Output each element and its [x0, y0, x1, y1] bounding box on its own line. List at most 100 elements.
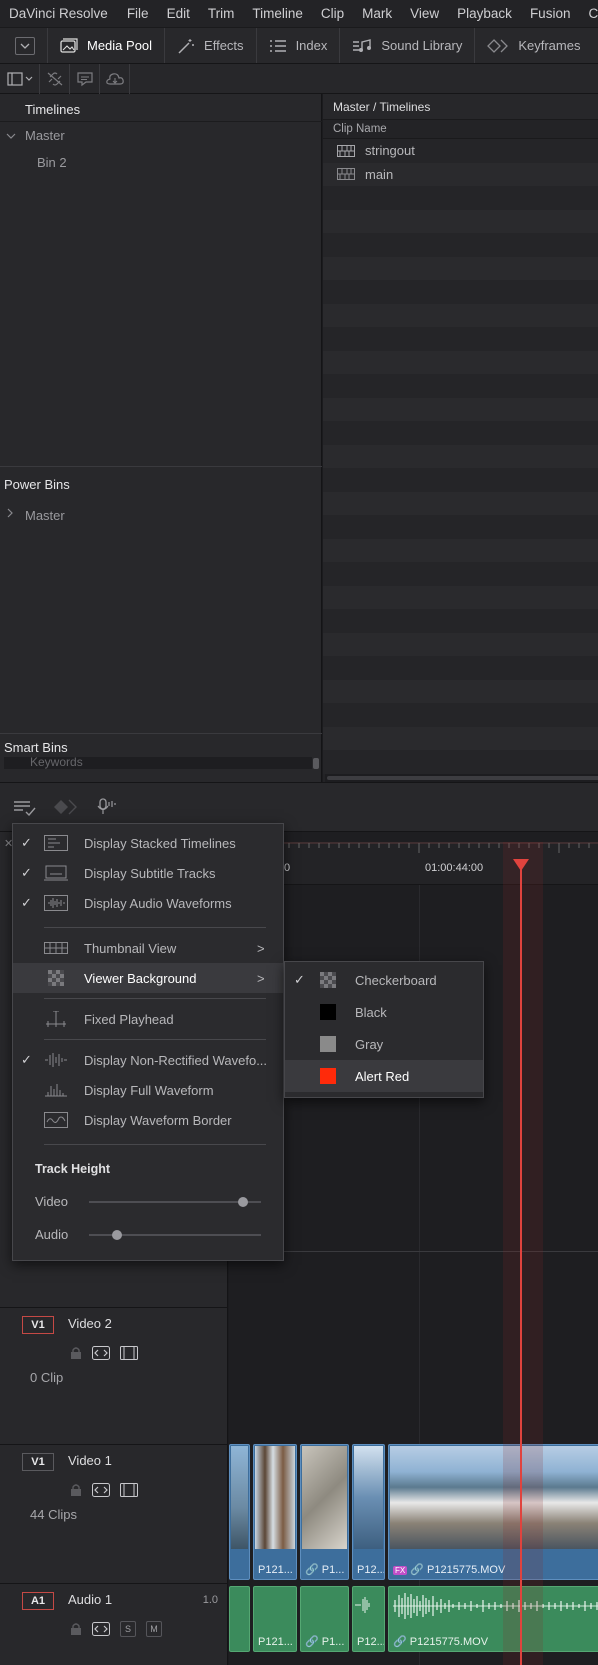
menu-item-subtitle-tracks[interactable]: ✓ Display Subtitle Tracks	[13, 858, 283, 888]
menu-color[interactable]: Colo	[588, 6, 598, 21]
menu-clip[interactable]: Clip	[321, 6, 344, 21]
clip-label-text: P1...	[321, 1564, 345, 1576]
menu-divider	[44, 927, 266, 928]
menu-label: Fixed Playhead	[84, 1011, 174, 1027]
track-tag[interactable]: V1	[22, 1453, 54, 1471]
audio-clip[interactable]: 🔗 P1215775.MOV	[388, 1586, 598, 1652]
subtitle-button[interactable]	[70, 63, 100, 94]
mute-button[interactable]: M	[146, 1621, 162, 1637]
menu-item-full-waveform[interactable]: Display Full Waveform	[13, 1075, 283, 1105]
clip-label: P121...	[258, 1564, 293, 1576]
lock-icon[interactable]	[70, 1346, 82, 1360]
workspace-dropdown[interactable]	[15, 36, 35, 55]
audio-clip[interactable]: P121...	[253, 1586, 297, 1652]
column-header-clip-name[interactable]: Clip Name	[323, 120, 598, 139]
menu-item-thumbnail-view[interactable]: Thumbnail View >	[13, 933, 283, 963]
column-label: Clip Name	[333, 123, 387, 135]
keyframes-button[interactable]: Keyframes	[474, 28, 592, 63]
clip-count: 44 Clips	[30, 1507, 77, 1522]
submenu-label: Black	[355, 1004, 387, 1020]
keywords-field[interactable]: Keywords	[4, 755, 312, 769]
track-name[interactable]: Video 1	[68, 1453, 112, 1468]
timeline-canvas[interactable]: 0 01:00:44:00 P121... 🔗 P1... P12... FX …	[229, 832, 598, 1665]
scrollbar-thumb[interactable]	[327, 776, 598, 780]
track-header-audio-1: A1 Audio 1 1.0 S M	[0, 1583, 228, 1665]
timeline-view-options-icon[interactable]	[13, 800, 37, 816]
playhead-handle[interactable]	[513, 859, 529, 871]
menu-timeline[interactable]: Timeline	[252, 6, 303, 21]
chevron-right-icon[interactable]	[6, 508, 14, 518]
index-button[interactable]: Index	[255, 28, 340, 63]
keyframe-diamond-icon[interactable]	[54, 799, 78, 815]
track-tag[interactable]: A1	[22, 1592, 54, 1610]
bin-master[interactable]: Master	[25, 128, 65, 143]
scrollbar[interactable]	[313, 758, 319, 769]
menu-divider	[44, 1039, 266, 1040]
auto-select-icon[interactable]	[92, 1346, 110, 1360]
list-item[interactable]: stringout	[323, 139, 598, 163]
track-name[interactable]: Video 2	[68, 1316, 112, 1331]
film-strip-icon[interactable]	[120, 1346, 138, 1360]
menu-view[interactable]: View	[410, 6, 439, 21]
menu-mark[interactable]: Mark	[362, 6, 392, 21]
sound-library-button[interactable]: Sound Library	[339, 28, 474, 63]
video-height-slider[interactable]	[89, 1197, 261, 1207]
empty-row	[323, 632, 598, 656]
playhead[interactable]	[520, 865, 522, 1665]
menu-item-non-rectified-waveform[interactable]: ✓ Display Non-Rectified Wavefo...	[13, 1045, 283, 1075]
media-pool-label: Media Pool	[87, 38, 153, 53]
track-tag[interactable]: V1	[22, 1316, 54, 1334]
menu-item-waveform-border[interactable]: Display Waveform Border	[13, 1105, 283, 1135]
film-strip-icon[interactable]	[120, 1483, 138, 1497]
effects-button[interactable]: Effects	[164, 28, 256, 63]
power-bin-master[interactable]: Master	[25, 508, 65, 523]
media-pool-button[interactable]: Media Pool	[47, 28, 164, 63]
video-clip[interactable]: P12...	[352, 1444, 385, 1580]
slider-knob[interactable]	[238, 1197, 249, 1207]
horizontal-scrollbar[interactable]	[325, 774, 598, 782]
audio-clip[interactable]: 🔗 P1...	[300, 1586, 349, 1652]
bin-list-toggle[interactable]	[0, 63, 40, 94]
submenu-item-alert-red[interactable]: Alert Red	[285, 1060, 483, 1092]
unlink-button[interactable]	[40, 63, 70, 94]
list-item[interactable]: main	[323, 162, 598, 186]
divider	[0, 733, 322, 734]
menu-app-name[interactable]: DaVinci Resolve	[9, 6, 108, 21]
audio-height-slider[interactable]	[89, 1230, 261, 1240]
submenu-item-checkerboard[interactable]: ✓ Checkerboard	[285, 964, 483, 996]
menu-item-audio-waveforms[interactable]: ✓ Display Audio Waveforms	[13, 888, 283, 918]
menu-file[interactable]: File	[127, 6, 149, 21]
cloud-sync-button[interactable]	[100, 63, 130, 94]
microphone-icon[interactable]	[96, 798, 118, 816]
solo-button[interactable]: S	[120, 1621, 136, 1637]
video-clip[interactable]: 🔗 P1...	[300, 1444, 349, 1580]
submenu-item-gray[interactable]: Gray	[285, 1028, 483, 1060]
empty-row	[323, 515, 598, 539]
track-height-heading: Track Height	[35, 1162, 111, 1176]
slider-knob[interactable]	[111, 1230, 122, 1240]
list-icon	[269, 39, 286, 52]
track-name[interactable]: Audio 1	[68, 1592, 112, 1607]
menu-playback[interactable]: Playback	[457, 6, 512, 21]
empty-row	[323, 444, 598, 468]
menu-item-fixed-playhead[interactable]: Fixed Playhead	[13, 1004, 283, 1034]
menu-trim[interactable]: Trim	[208, 6, 235, 21]
audio-clip[interactable]: P12...	[352, 1586, 385, 1652]
menu-item-stacked-timelines[interactable]: ✓ Display Stacked Timelines	[13, 828, 283, 858]
auto-select-icon[interactable]	[92, 1622, 110, 1636]
chevron-down-icon[interactable]	[6, 132, 16, 140]
video-clip[interactable]: FX 🔗 P1215775.MOV	[388, 1444, 598, 1580]
submenu-item-black[interactable]: Black	[285, 996, 483, 1028]
auto-select-icon[interactable]	[92, 1483, 110, 1497]
audio-level[interactable]: 1.0	[203, 1594, 218, 1606]
menu-edit[interactable]: Edit	[167, 6, 190, 21]
lock-icon[interactable]	[70, 1622, 82, 1636]
menu-fusion[interactable]: Fusion	[530, 6, 571, 21]
menu-item-viewer-background[interactable]: Viewer Background >	[13, 963, 283, 993]
video-clip[interactable]: P121...	[253, 1444, 297, 1580]
track-controls	[70, 1346, 138, 1360]
bin-2[interactable]: Bin 2	[37, 155, 67, 170]
lock-icon[interactable]	[70, 1483, 82, 1497]
video-clip[interactable]	[229, 1444, 250, 1580]
audio-clip[interactable]	[229, 1586, 250, 1652]
